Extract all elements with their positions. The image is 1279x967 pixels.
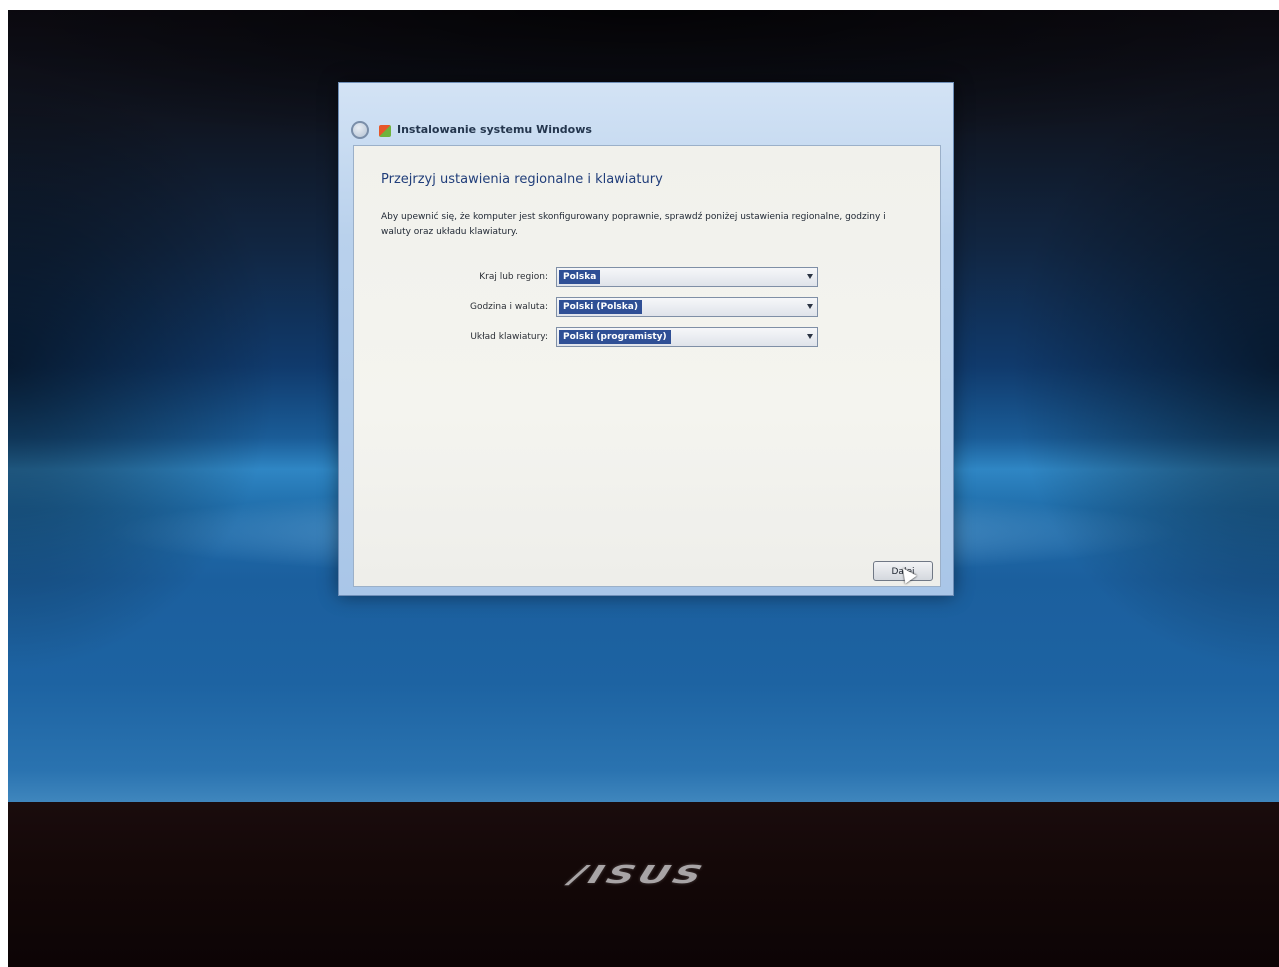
keyboard-label: Układ klawiatury: [470, 332, 548, 342]
country-dropdown[interactable]: Polska [556, 267, 818, 287]
laptop-bezel: /ISUS [8, 802, 1279, 967]
window-titlebar: Instalowanie systemu Windows [339, 83, 953, 143]
keyboard-row: Układ klawiatury: Polski (programisty) [354, 327, 940, 349]
country-row: Kraj lub region: Polska [354, 267, 940, 289]
setup-content-panel: Przejrzyj ustawienia regionalne i klawia… [353, 145, 941, 587]
time-currency-dropdown[interactable]: Polski (Polska) [556, 297, 818, 317]
setup-window: Instalowanie systemu Windows Przejrzyj u… [338, 82, 954, 596]
chevron-down-icon [807, 304, 813, 309]
keyboard-dropdown[interactable]: Polski (programisty) [556, 327, 818, 347]
country-label: Kraj lub region: [479, 272, 548, 282]
back-button[interactable] [351, 121, 369, 139]
page-heading: Przejrzyj ustawienia regionalne i klawia… [381, 172, 663, 187]
time-currency-label: Godzina i waluta: [469, 302, 548, 312]
keyboard-value: Polski (programisty) [559, 330, 671, 344]
page-description: Aby upewnić się, że komputer jest skonfi… [381, 212, 886, 237]
photo-frame: Instalowanie systemu Windows Przejrzyj u… [8, 10, 1279, 967]
window-title: Instalowanie systemu Windows [397, 123, 592, 136]
time-currency-row: Godzina i waluta: Polski (Polska) [354, 297, 940, 319]
chevron-down-icon [807, 334, 813, 339]
chevron-down-icon [807, 274, 813, 279]
asus-logo: /ISUS [566, 860, 710, 889]
windows-setup-icon [379, 125, 391, 137]
country-value: Polska [559, 270, 601, 284]
desktop-screen: Instalowanie systemu Windows Przejrzyj u… [8, 10, 1279, 802]
time-currency-value: Polski (Polska) [559, 300, 642, 314]
